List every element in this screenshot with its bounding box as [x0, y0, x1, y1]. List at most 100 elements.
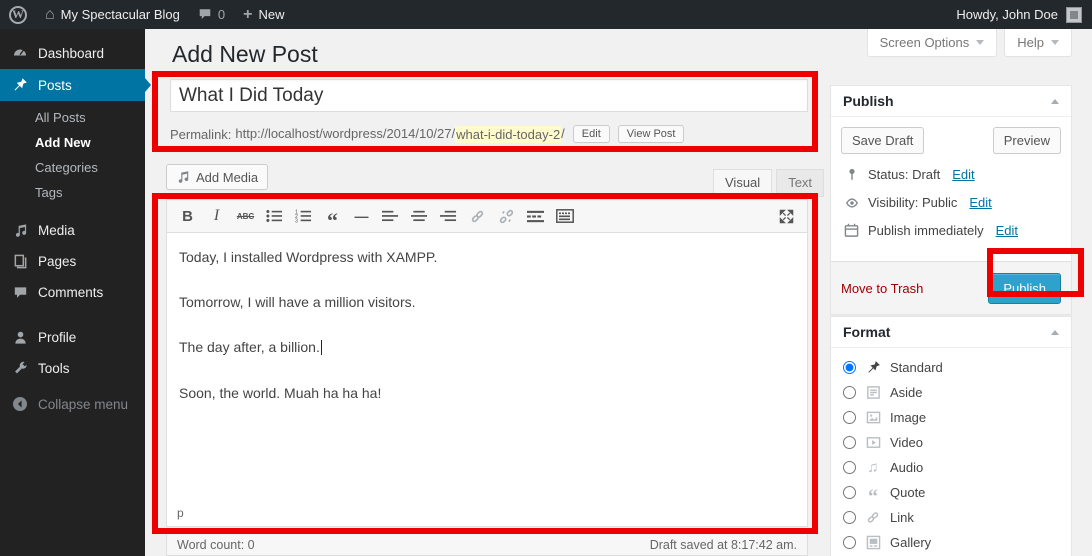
submenu-categories[interactable]: Categories: [0, 155, 145, 180]
editor-content-area[interactable]: Today, I installed Wordpress with XAMPP.…: [167, 233, 807, 506]
numbered-list-button[interactable]: 123: [293, 205, 314, 227]
publish-box-title: Publish: [843, 93, 894, 109]
collapse-toggle-icon[interactable]: [1051, 99, 1059, 104]
quote-icon: “: [864, 484, 882, 501]
dashboard-icon: [11, 45, 29, 61]
view-post-button[interactable]: View Post: [618, 125, 685, 143]
word-count-label: Word count:: [177, 538, 244, 552]
editor-paragraph: The day after, a billion.: [179, 338, 795, 356]
format-option-image[interactable]: Image: [843, 405, 1071, 430]
howdy-account-link[interactable]: Howdy, John Doe: [956, 7, 1058, 22]
collapse-arrow-icon: [11, 396, 29, 412]
screen-options-label: Screen Options: [880, 35, 970, 50]
post-title-input[interactable]: [170, 79, 808, 112]
visibility-row: Visibility: Public Edit: [843, 195, 1059, 210]
horizontal-rule-button[interactable]: —: [351, 205, 372, 227]
insert-link-button[interactable]: [467, 205, 488, 227]
toolbar-toggle-button[interactable]: [554, 205, 575, 227]
sidebar-label-dashboard: Dashboard: [38, 46, 104, 61]
sidebar-item-tools[interactable]: Tools: [0, 353, 145, 384]
italic-button[interactable]: I: [206, 205, 227, 227]
submenu-tags[interactable]: Tags: [0, 180, 145, 205]
edit-schedule-link[interactable]: Edit: [996, 223, 1018, 238]
wrench-icon: [11, 361, 29, 376]
comments-bubble-link[interactable]: 0: [189, 0, 234, 29]
align-center-button[interactable]: [409, 205, 430, 227]
publish-box-header[interactable]: Publish: [831, 86, 1071, 117]
edit-visibility-link[interactable]: Edit: [969, 195, 991, 210]
align-right-button[interactable]: [438, 205, 459, 227]
collapse-menu-label: Collapse menu: [38, 397, 128, 412]
move-to-trash-link[interactable]: Move to Trash: [841, 281, 923, 296]
format-option-link[interactable]: Link: [843, 505, 1071, 530]
audio-icon: ♫: [864, 460, 882, 475]
add-media-button[interactable]: Add Media: [166, 164, 268, 190]
wp-logo-menu[interactable]: W: [0, 0, 36, 29]
collapse-toggle-icon[interactable]: [1051, 330, 1059, 335]
editor-paragraph: Today, I installed Wordpress with XAMPP.: [179, 248, 795, 266]
publish-button[interactable]: Publish: [988, 273, 1061, 304]
collapse-menu-button[interactable]: Collapse menu: [0, 388, 145, 420]
pushpin-icon: [11, 77, 29, 93]
help-tab[interactable]: Help: [1004, 29, 1072, 57]
strikethrough-button[interactable]: ABC: [235, 205, 256, 227]
format-option-quote[interactable]: “ Quote: [843, 480, 1071, 505]
admin-bar: W ⌂ My Spectacular Blog 0 + New Howdy, J…: [0, 0, 1092, 29]
permalink-slug: what-i-did-today-2: [455, 126, 561, 143]
pushpin-icon: [864, 360, 882, 375]
more-tag-button[interactable]: [525, 205, 546, 227]
visual-tab[interactable]: Visual: [713, 169, 772, 197]
format-option-video[interactable]: Video: [843, 430, 1071, 455]
format-option-aside[interactable]: Aside: [843, 380, 1071, 405]
format-option-gallery[interactable]: Gallery: [843, 530, 1071, 555]
permalink-label: Permalink:: [170, 127, 231, 142]
editor-toolbar: B I ABC 123 “ —: [167, 200, 807, 233]
remove-link-button[interactable]: [496, 205, 517, 227]
format-radio-video[interactable]: [843, 436, 856, 449]
sidebar-item-media[interactable]: Media: [0, 215, 145, 246]
sidebar-label-profile: Profile: [38, 330, 76, 345]
editor-mode-tabs: Visual Text: [713, 169, 824, 197]
format-radio-audio[interactable]: [843, 461, 856, 474]
sidebar-item-dashboard[interactable]: Dashboard: [0, 37, 145, 69]
edit-permalink-button[interactable]: Edit: [573, 125, 610, 143]
save-draft-button[interactable]: Save Draft: [841, 127, 924, 154]
submenu-add-new[interactable]: Add New: [0, 130, 145, 155]
site-name-link[interactable]: ⌂ My Spectacular Blog: [36, 0, 189, 29]
submenu-all-posts[interactable]: All Posts: [0, 105, 145, 130]
bold-button[interactable]: B: [177, 205, 198, 227]
sidebar-item-pages[interactable]: Pages: [0, 246, 145, 277]
format-radio-aside[interactable]: [843, 386, 856, 399]
format-radio-standard[interactable]: [843, 361, 856, 374]
blockquote-button[interactable]: “: [322, 205, 343, 227]
top-tabs: Screen Options Help: [867, 29, 1072, 57]
format-radio-quote[interactable]: [843, 486, 856, 499]
user-avatar[interactable]: [1066, 7, 1082, 23]
align-left-button[interactable]: [380, 205, 401, 227]
text-tab[interactable]: Text: [776, 169, 824, 197]
format-box-header[interactable]: Format: [831, 317, 1071, 348]
status-pin-icon: [843, 167, 860, 182]
sidebar-item-posts[interactable]: Posts: [0, 69, 145, 101]
sidebar-item-comments[interactable]: Comments: [0, 277, 145, 308]
bullet-list-button[interactable]: [264, 205, 285, 227]
media-icon: [176, 170, 190, 184]
screen-options-tab[interactable]: Screen Options: [867, 29, 998, 57]
format-radio-gallery[interactable]: [843, 536, 856, 549]
new-content-link[interactable]: + New: [234, 0, 293, 29]
format-radio-image[interactable]: [843, 411, 856, 424]
preview-button[interactable]: Preview: [993, 127, 1061, 154]
calendar-icon: [843, 223, 860, 238]
fullscreen-button[interactable]: [776, 205, 797, 227]
format-box: Format Standard Aside: [830, 316, 1072, 556]
edit-status-link[interactable]: Edit: [952, 167, 974, 182]
help-label: Help: [1017, 35, 1044, 50]
format-radio-link[interactable]: [843, 511, 856, 524]
pages-icon: [11, 254, 29, 269]
sidebar-item-profile[interactable]: Profile: [0, 322, 145, 353]
format-option-standard[interactable]: Standard: [843, 355, 1071, 380]
sidebar-label-posts: Posts: [38, 78, 72, 93]
autosave-message: Draft saved at 8:17:42 am.: [650, 538, 797, 552]
format-option-audio[interactable]: ♫ Audio: [843, 455, 1071, 480]
aside-icon: [864, 385, 882, 400]
